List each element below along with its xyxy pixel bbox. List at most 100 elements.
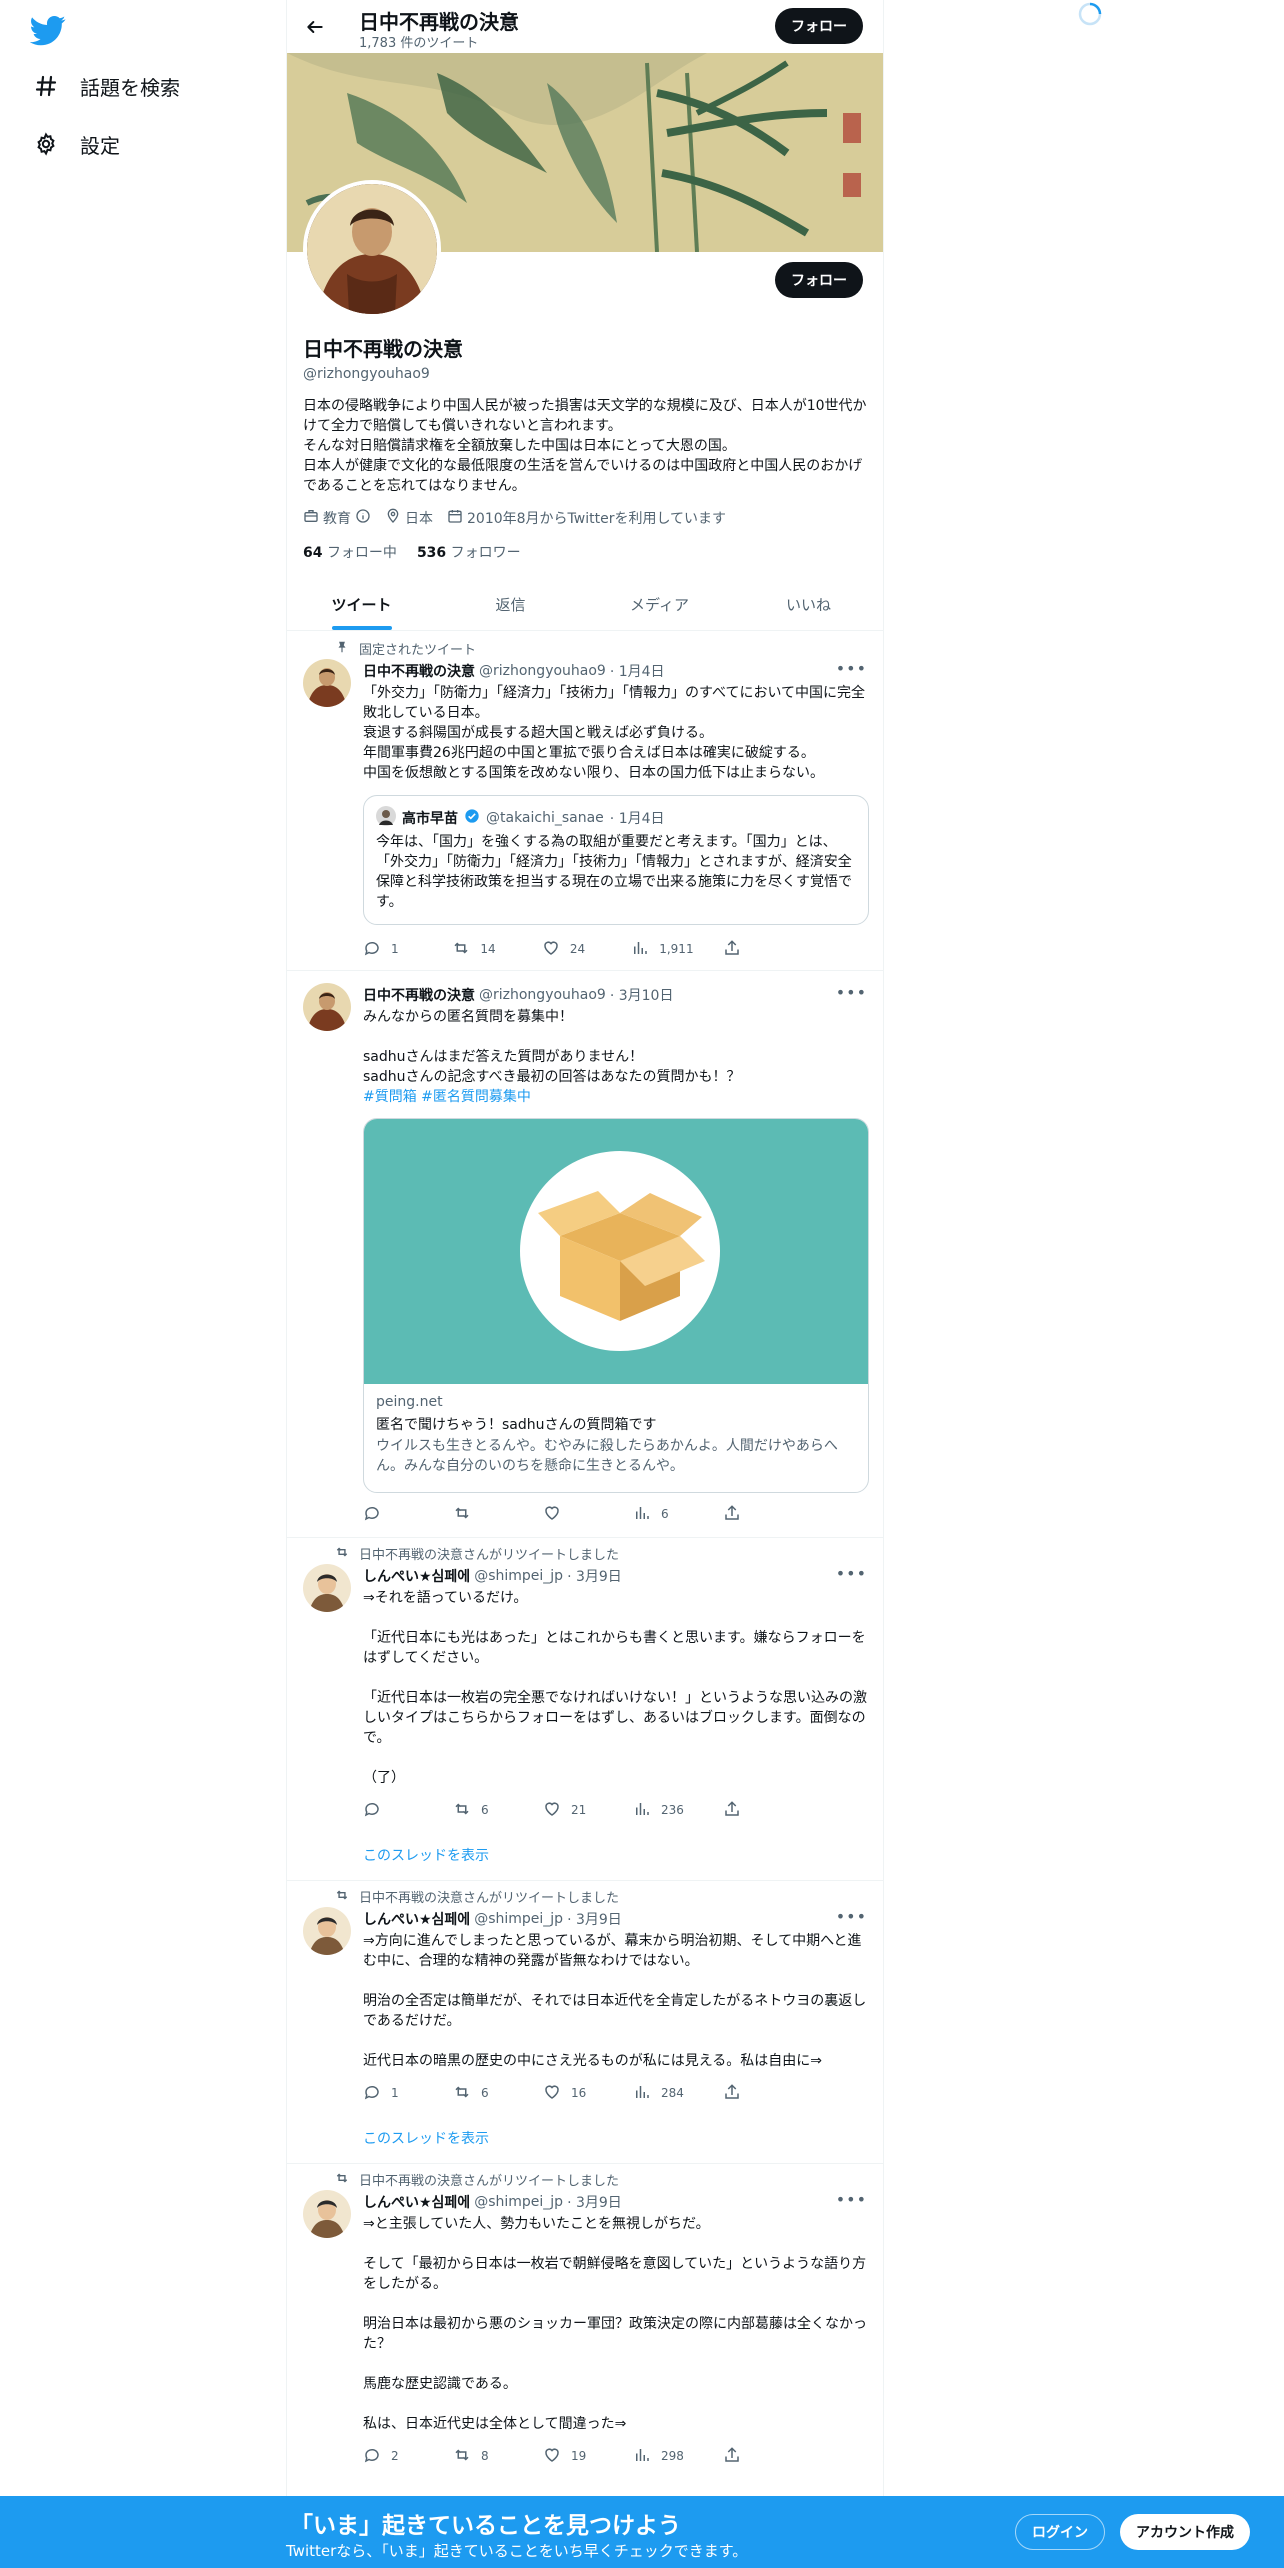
nav-explore[interactable]: 話題を検索 xyxy=(32,66,180,106)
views-count: 284 xyxy=(661,2086,684,2100)
tweet-author-handle[interactable]: @shimpei_jp xyxy=(474,1568,563,1584)
tweet-hashtags[interactable]: #質問箱 #匿名質問募集中 xyxy=(363,1087,869,1107)
tweet-header: しんぺい★심페에 @shimpei_jp · 3月9日 xyxy=(363,1909,622,1929)
tweet-card[interactable]: 日中不再戦の決意 @rizhongyouhao9 · 3月10日 ••• みんな… xyxy=(287,971,883,1538)
views-chart-icon xyxy=(631,939,649,960)
views-button[interactable]: 236 xyxy=(633,1800,693,1820)
profile-follow-button[interactable]: フォロー xyxy=(775,262,863,298)
more-options-icon[interactable]: ••• xyxy=(836,983,867,1002)
tweet-context-label: 日中不再戦の決意さんがリツイートしました xyxy=(359,1548,620,1563)
followers-label: フォロワー xyxy=(450,545,521,561)
retweet-button[interactable]: 8 xyxy=(453,2446,513,2466)
tweet-author-name[interactable]: 日中不再戦の決意 xyxy=(363,661,475,681)
more-options-icon[interactable]: ••• xyxy=(836,2190,867,2209)
views-button[interactable]: 6 xyxy=(633,1504,693,1524)
views-chart-icon xyxy=(633,2446,651,2467)
like-button[interactable]: 21 xyxy=(543,1800,603,1820)
tab-likes[interactable]: いいね xyxy=(734,578,883,630)
reply-button[interactable]: 2 xyxy=(363,2446,423,2466)
signup-bottom-bar: 「いま」起きていることを見つけよう Twitterなら、「いま」起きていることを… xyxy=(0,2496,1284,2568)
heart-icon xyxy=(542,939,560,960)
tab-tweets[interactable]: ツイート xyxy=(287,578,436,630)
avatar[interactable] xyxy=(303,983,351,1031)
tweet-author-name[interactable]: しんぺい★심페에 xyxy=(363,1909,470,1929)
share-button[interactable] xyxy=(723,1504,783,1524)
tab-media[interactable]: メディア xyxy=(585,578,734,630)
like-button[interactable]: 19 xyxy=(543,2446,603,2466)
info-icon[interactable] xyxy=(355,508,371,528)
tweet-author-handle[interactable]: @rizhongyouhao9 xyxy=(479,663,606,679)
like-button[interactable]: 24 xyxy=(542,939,602,959)
more-options-icon[interactable]: ••• xyxy=(836,659,867,678)
share-icon xyxy=(723,1504,741,1525)
avatar[interactable] xyxy=(303,1907,351,1955)
reply-count: 1 xyxy=(391,2086,399,2100)
profile-location-label: 日本 xyxy=(405,511,433,527)
retweet-icon xyxy=(453,2083,471,2104)
tweet-time[interactable]: · 3月9日 xyxy=(567,1566,622,1586)
header-follow-button[interactable]: フォロー xyxy=(775,8,863,44)
retweet-icon xyxy=(335,2171,349,2189)
views-button[interactable]: 298 xyxy=(633,2446,693,2466)
followers-link[interactable]: 536 フォロワー xyxy=(417,542,521,562)
more-options-icon[interactable]: ••• xyxy=(836,1907,867,1926)
link-card[interactable]: peing.net 匿名で聞けちゃう！sadhuさんの質問箱です ウイルスも生き… xyxy=(363,1118,869,1493)
quoted-tweet[interactable]: 高市早苗 @takaichi_sanae · 1月4日 今年は、「国力」を強くす… xyxy=(363,795,869,925)
retweet-icon xyxy=(335,1888,349,1906)
following-count: 64 xyxy=(303,545,323,561)
tweet-retweet[interactable]: 日中不再戦の決意さんがリツイートしました しんぺい★심페에 @shimpei_j… xyxy=(287,1538,883,1881)
retweet-button[interactable] xyxy=(453,1504,513,1524)
avatar[interactable] xyxy=(303,1564,351,1612)
like-button[interactable]: 16 xyxy=(543,2083,603,2103)
retweet-button[interactable]: 14 xyxy=(452,939,512,959)
reply-button[interactable]: 1 xyxy=(363,2083,423,2103)
reply-button[interactable] xyxy=(363,1800,423,1820)
profile-category-label: 教育 xyxy=(323,511,351,527)
share-button[interactable] xyxy=(723,2446,783,2466)
twitter-bird-icon[interactable] xyxy=(29,12,66,48)
tweet-retweet[interactable]: 日中不再戦の決意さんがリツイートしました しんぺい★심페에 @shimpei_j… xyxy=(287,2164,883,2504)
tab-replies[interactable]: 返信 xyxy=(436,578,585,630)
like-count: 16 xyxy=(571,2086,587,2100)
tweet-text: ⇒それを語っているだけ。 「近代日本にも光はあった」とはこれからも書くと思います… xyxy=(363,1590,867,1786)
tweet-author-handle[interactable]: @rizhongyouhao9 xyxy=(479,987,606,1003)
share-button[interactable] xyxy=(723,2083,783,2103)
share-button[interactable] xyxy=(723,1800,783,1820)
back-arrow-icon[interactable] xyxy=(299,11,331,43)
tweet-author-name[interactable]: しんぺい★심페에 xyxy=(363,2192,470,2212)
nav-settings[interactable]: 設定 xyxy=(32,124,120,164)
following-link[interactable]: 64 フォロー中 xyxy=(303,542,397,562)
tweet-retweet[interactable]: 日中不再戦の決意さんがリツイートしました しんぺい★심페에 @shimpei_j… xyxy=(287,1881,883,2164)
views-button[interactable]: 1,911 xyxy=(631,939,694,960)
tweet-time[interactable]: · 1月4日 xyxy=(610,661,665,681)
retweet-button[interactable]: 6 xyxy=(453,2083,513,2103)
tweet-context-label: 日中不再戦の決意さんがリツイートしました xyxy=(359,2174,620,2189)
signup-button[interactable]: アカウント作成 xyxy=(1120,2514,1250,2550)
left-nav: 話題を検索 設定 xyxy=(0,0,286,2568)
tweet-author-handle[interactable]: @shimpei_jp xyxy=(474,2194,563,2210)
tweet-pinned[interactable]: 固定されたツイート 日中不再戦の決意 @rizhongyouhao9 · 1月4… xyxy=(287,631,883,971)
show-thread-link[interactable]: このスレッドを表示 xyxy=(363,1845,489,1865)
views-button[interactable]: 284 xyxy=(633,2083,693,2103)
avatar[interactable] xyxy=(303,659,351,707)
views-count: 298 xyxy=(661,2449,684,2463)
more-options-icon[interactable]: ••• xyxy=(836,1564,867,1583)
tweet-time[interactable]: · 3月9日 xyxy=(567,1909,622,1929)
reply-button[interactable] xyxy=(363,1504,423,1524)
share-button[interactable] xyxy=(723,939,783,959)
avatar[interactable] xyxy=(303,2190,351,2238)
heart-icon xyxy=(543,1800,561,1821)
show-thread-link[interactable]: このスレッドを表示 xyxy=(363,2128,489,2148)
tweet-context: 日中不再戦の決意さんがリツイートしました xyxy=(335,2170,619,2189)
retweet-button[interactable]: 6 xyxy=(453,1800,513,1820)
tweet-author-name[interactable]: しんぺい★심페에 xyxy=(363,1566,470,1586)
tweet-time[interactable]: · 3月9日 xyxy=(567,2192,622,2212)
login-button[interactable]: ログイン xyxy=(1015,2514,1105,2550)
tweet-text: ⇒と主張していた人、勢力もいたことを無視しがちだ。 そして「最初から日本は一枚岩… xyxy=(363,2216,867,2432)
like-button[interactable] xyxy=(543,1504,603,1524)
tweet-author-name[interactable]: 日中不再戦の決意 xyxy=(363,985,475,1005)
profile-avatar[interactable] xyxy=(303,180,441,318)
reply-button[interactable]: 1 xyxy=(363,939,423,959)
tweet-author-handle[interactable]: @shimpei_jp xyxy=(474,1911,563,1927)
tweet-time[interactable]: · 3月10日 xyxy=(610,985,674,1005)
